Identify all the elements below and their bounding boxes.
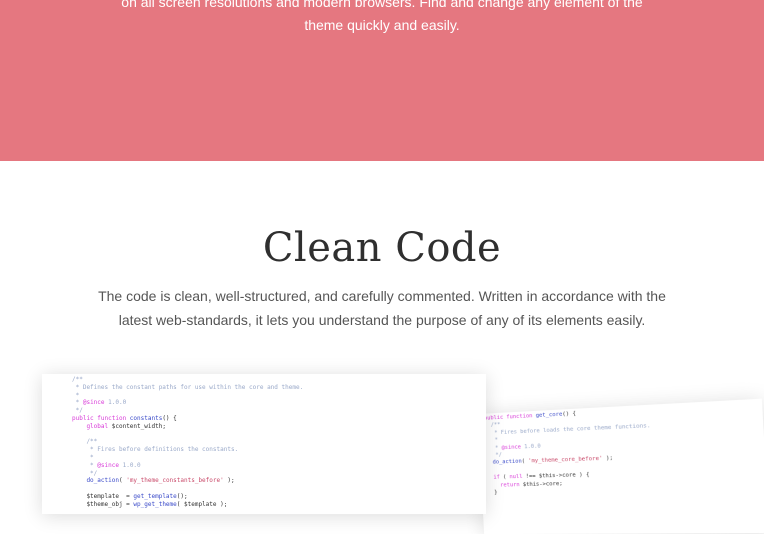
- code-token: * Defines the constant paths for use wit…: [72, 384, 303, 391]
- code-token: !== $this->core ) {: [522, 472, 589, 480]
- code-token: 1.0.0: [521, 443, 541, 450]
- clean-code-desc-line-1: The code is clean, well-structured, and …: [0, 284, 764, 308]
- code-token: do_action: [72, 477, 119, 484]
- code-token: */: [486, 452, 502, 459]
- code-token: do_action: [486, 459, 522, 466]
- code-token: 1.0.0: [105, 399, 127, 406]
- code-token: () {: [562, 411, 576, 418]
- code-token: *: [72, 454, 94, 461]
- code-token: $template =: [72, 493, 133, 500]
- code-token: $theme_obj =: [72, 501, 133, 508]
- code-token: public function: [72, 415, 130, 422]
- code-token: @since: [83, 399, 105, 406]
- code-token: wp_get_theme: [133, 501, 176, 508]
- code-token: *: [485, 437, 498, 444]
- code-token: 1.0.0: [119, 462, 141, 469]
- code-token: ();: [177, 493, 188, 500]
- code-token: global: [72, 423, 112, 430]
- code-token: 'my_theme_constants_before': [126, 477, 224, 484]
- code-token: if: [487, 474, 503, 480]
- code-line: $theme_obj = wp_get_theme( $template );: [72, 501, 486, 509]
- code-line: * Fires before definitions the constants…: [72, 446, 486, 454]
- code-token: get_core: [536, 412, 563, 420]
- code-token: *: [72, 392, 79, 399]
- code-token: */: [72, 470, 97, 477]
- code-token: */: [72, 407, 83, 414]
- code-token: *: [485, 445, 501, 452]
- hero-text-line-2: theme quickly and easily.: [0, 14, 764, 37]
- code-token: *: [72, 462, 97, 469]
- code-token: /**: [72, 438, 97, 445]
- code-token: 'my_theme_core_before': [528, 456, 603, 465]
- code-token: constants: [130, 415, 163, 422]
- hero-description: on all screen resolutions and modern bro…: [0, 0, 764, 37]
- code-line: * Defines the constant paths for use wit…: [72, 384, 486, 392]
- code-line: [72, 431, 486, 439]
- code-line: [72, 485, 486, 493]
- code-token: $content_width;: [112, 423, 166, 430]
- code-token: ( $template );: [177, 501, 228, 508]
- clean-code-desc-line-2: latest web-standards, it lets you unders…: [0, 308, 764, 332]
- code-line: /**: [72, 376, 486, 384]
- code-line: */: [72, 470, 486, 478]
- code-token: );: [224, 477, 235, 484]
- code-token: () {: [162, 415, 176, 422]
- code-token: @since: [97, 462, 119, 469]
- code-line: public function constants() {: [72, 415, 486, 423]
- code-line: *: [72, 392, 486, 400]
- code-line: * @since 1.0.0: [72, 462, 486, 470]
- code-token: *: [72, 399, 83, 406]
- clean-code-title: Clean Code: [0, 222, 764, 274]
- code-token: return: [487, 481, 523, 488]
- hero-section: on all screen resolutions and modern bro…: [0, 0, 764, 161]
- code-token: null: [509, 474, 522, 480]
- code-line: global $content_width;: [72, 423, 486, 431]
- code-line: */: [72, 407, 486, 415]
- code-token: /**: [72, 376, 83, 383]
- code-token: * Fires before definitions the constants…: [72, 446, 238, 453]
- code-token: $this->core;: [523, 480, 563, 487]
- hero-text-line-1: on all screen resolutions and modern bro…: [0, 0, 764, 14]
- code-token: @since: [501, 444, 521, 451]
- code-block: public function get_core() { /** * Fires…: [478, 399, 764, 498]
- code-block: /** * Defines the constant paths for use…: [42, 374, 486, 509]
- code-token: public function: [484, 413, 536, 422]
- code-token: get_template: [133, 493, 176, 500]
- code-token: }: [488, 490, 498, 496]
- code-screenshot-primary: /** * Defines the constant paths for use…: [42, 374, 486, 514]
- code-line: *: [72, 454, 486, 462]
- code-token: );: [602, 456, 613, 463]
- clean-code-description: The code is clean, well-structured, and …: [0, 284, 764, 332]
- code-token: /**: [484, 422, 500, 429]
- code-line: /**: [72, 438, 486, 446]
- code-screenshot-secondary: public function get_core() { /** * Fires…: [478, 399, 764, 534]
- code-line: * @since 1.0.0: [72, 399, 486, 407]
- code-line: do_action( 'my_theme_constants_before' )…: [72, 477, 486, 485]
